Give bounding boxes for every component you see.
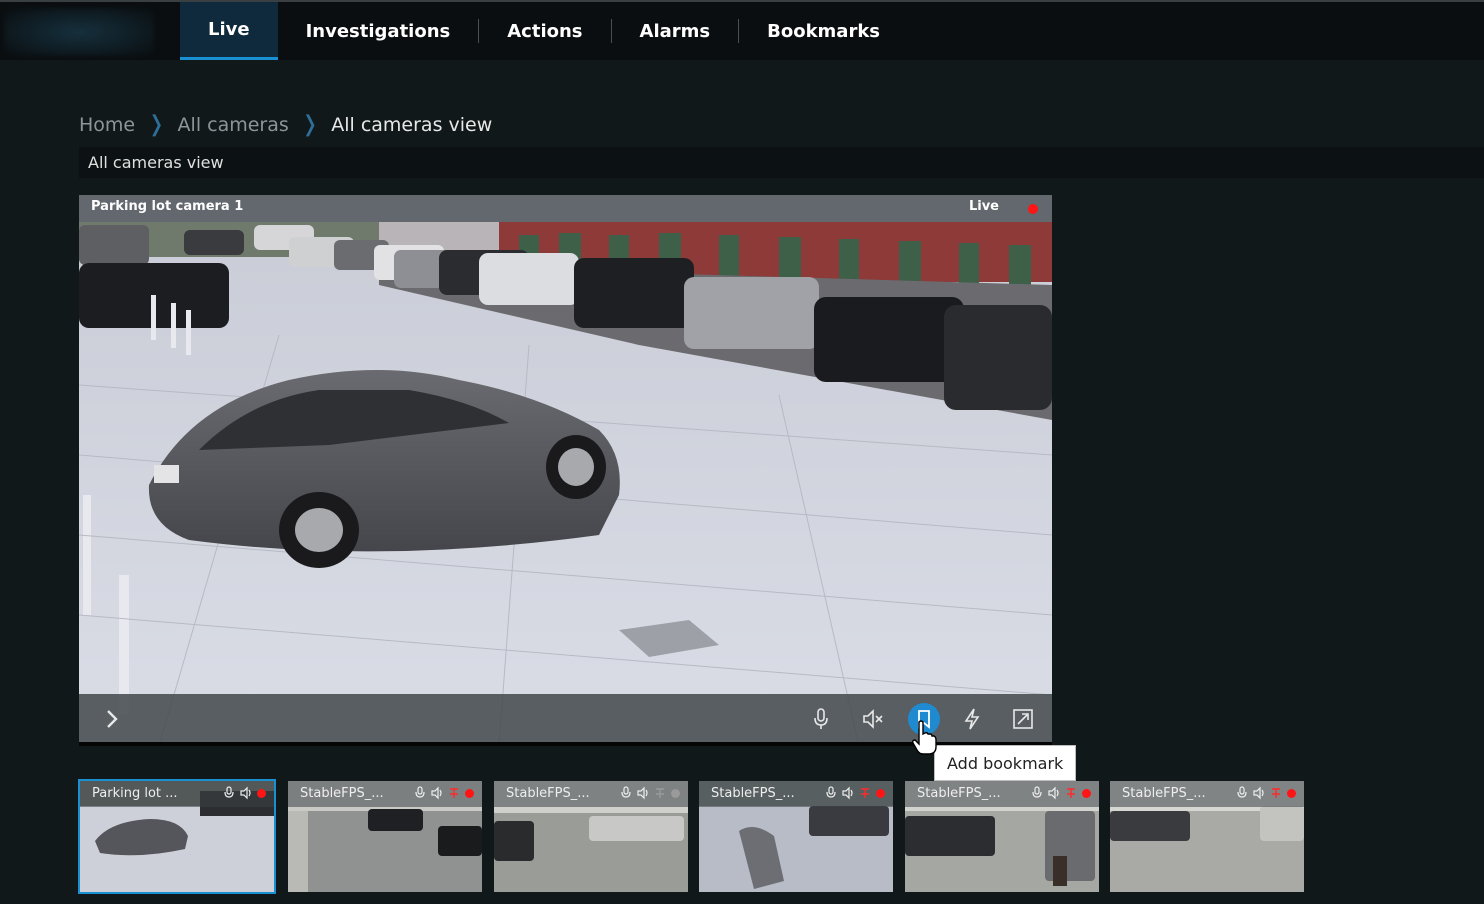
nav-tab-investigations[interactable]: Investigations	[278, 2, 479, 60]
chevron-right-icon: ❭	[147, 112, 166, 137]
microphone-icon[interactable]	[1031, 786, 1043, 800]
recording-indicator-icon	[465, 788, 474, 798]
breadcrumb-all-cameras[interactable]: All cameras	[178, 114, 289, 136]
camera-thumbnail[interactable]: StableFPS_...	[699, 781, 893, 892]
fullscreen-icon[interactable]	[1010, 706, 1036, 732]
hand-cursor-icon	[912, 720, 937, 755]
motion-event-icon	[1067, 788, 1075, 798]
thumbnail-header: StableFPS_...	[905, 781, 1099, 807]
thumbnail-title: StableFPS_...	[300, 786, 384, 801]
motion-event-icon	[656, 788, 664, 798]
recording-indicator-icon	[876, 788, 885, 798]
speaker-icon[interactable]	[431, 786, 443, 800]
recording-indicator-icon	[1082, 788, 1091, 798]
speaker-icon[interactable]	[1253, 786, 1265, 800]
speaker-icon[interactable]	[842, 786, 854, 800]
view-title: All cameras view	[88, 153, 224, 172]
main-nav: Live Investigations Actions Alarms Bookm…	[180, 2, 908, 60]
breadcrumb-current: All cameras view	[331, 113, 493, 136]
nav-tab-actions[interactable]: Actions	[479, 2, 610, 60]
thumbnail-title: Parking lot ...	[92, 786, 178, 801]
video-timeline-strip	[79, 742, 1052, 746]
speaker-icon[interactable]	[240, 786, 252, 800]
speaker-icon[interactable]	[1048, 786, 1060, 800]
camera-video-feed	[79, 195, 1052, 746]
recording-indicator-icon	[1287, 788, 1296, 798]
main-video-tile[interactable]: Parking lot camera 1 Live	[79, 195, 1052, 746]
thumbnail-header: StableFPS_...	[699, 781, 893, 807]
thumbnail-header: StableFPS_...	[494, 781, 688, 807]
thumbnail-title: StableFPS_...	[1122, 786, 1206, 801]
view-title-bar: All cameras view	[79, 147, 1484, 178]
camera-thumbnail[interactable]: StableFPS_...	[288, 781, 482, 892]
camera-name: Parking lot camera 1	[91, 199, 244, 214]
live-status: Live	[968, 199, 999, 214]
camera-thumbnail[interactable]: StableFPS_...	[494, 781, 688, 892]
camera-thumbnail[interactable]: StableFPS_...	[905, 781, 1099, 892]
video-control-bar	[79, 694, 1052, 742]
video-header: Parking lot camera 1 Live	[79, 195, 1052, 222]
nav-tab-alarms[interactable]: Alarms	[612, 2, 739, 60]
motion-event-icon	[861, 788, 869, 798]
lightning-icon[interactable]	[959, 706, 985, 732]
brand-logo[interactable]	[4, 8, 154, 56]
thumbnail-header: Parking lot ...	[80, 781, 274, 807]
microphone-icon[interactable]	[1236, 786, 1248, 800]
top-navigation-bar: Live Investigations Actions Alarms Bookm…	[0, 0, 1484, 60]
thumbnail-header: StableFPS_...	[1110, 781, 1304, 807]
speaker-icon[interactable]	[637, 786, 649, 800]
microphone-icon[interactable]	[223, 786, 235, 800]
nav-tab-bookmarks[interactable]: Bookmarks	[739, 2, 908, 60]
microphone-icon[interactable]	[825, 786, 837, 800]
recording-indicator-icon	[257, 788, 266, 798]
thumbnail-header: StableFPS_...	[288, 781, 482, 807]
camera-thumbnail[interactable]: StableFPS_...	[1110, 781, 1304, 892]
thumbnail-title: StableFPS_...	[506, 786, 590, 801]
thumbnail-title: StableFPS_...	[917, 786, 1001, 801]
add-bookmark-tooltip: Add bookmark	[934, 745, 1077, 781]
speaker-muted-icon[interactable]	[860, 706, 886, 732]
chevron-right-icon: ❭	[300, 112, 320, 137]
microphone-icon[interactable]	[808, 706, 834, 732]
expand-arrow-icon[interactable]	[99, 706, 125, 732]
motion-event-icon	[450, 788, 458, 798]
recording-indicator-icon	[1028, 204, 1038, 214]
recording-indicator-icon	[671, 788, 680, 798]
motion-event-icon	[1272, 788, 1280, 798]
thumbnail-title: StableFPS_...	[711, 786, 795, 801]
camera-thumbnail[interactable]: Parking lot ...	[78, 779, 276, 894]
nav-tab-live[interactable]: Live	[180, 2, 278, 60]
microphone-icon[interactable]	[620, 786, 632, 800]
breadcrumb: Home ❭ All cameras ❭ All cameras view	[79, 112, 492, 137]
microphone-icon[interactable]	[414, 786, 426, 800]
breadcrumb-home[interactable]: Home	[79, 114, 135, 136]
